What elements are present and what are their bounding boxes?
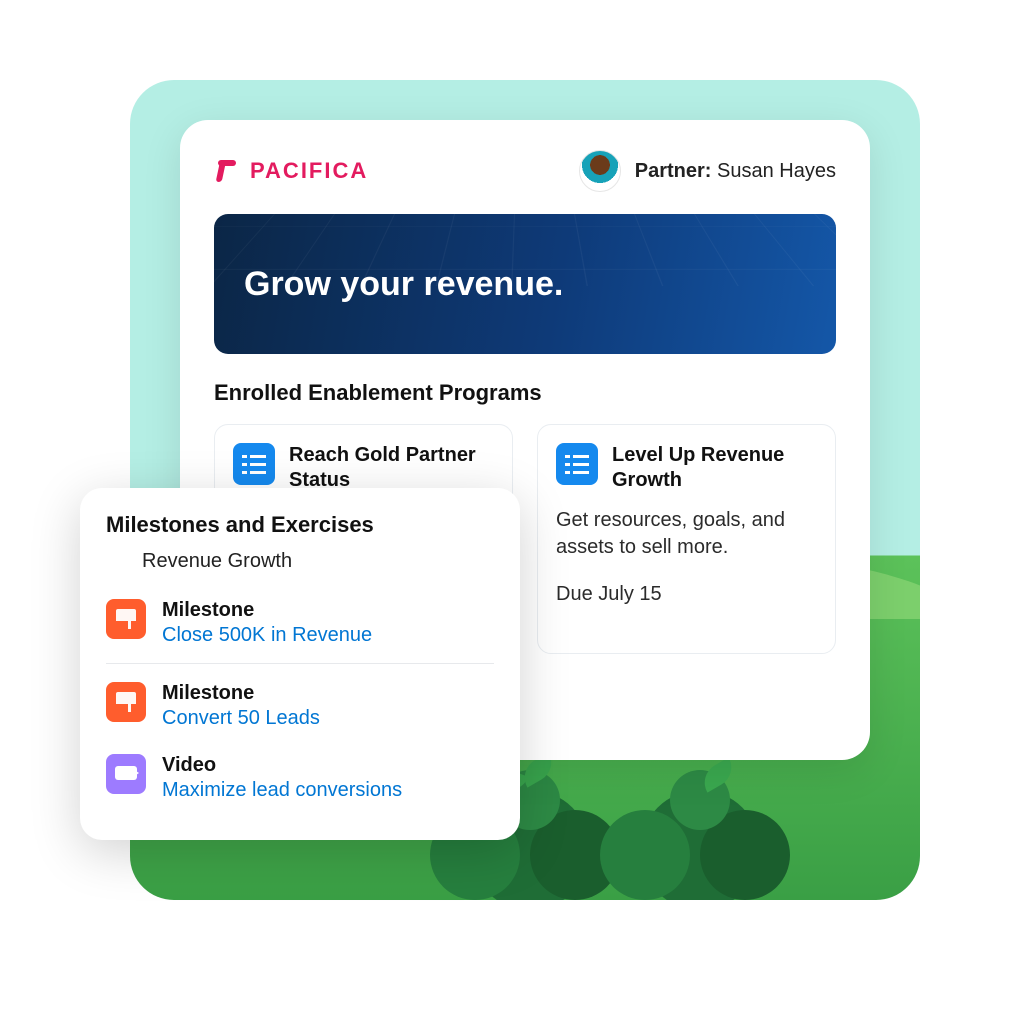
milestone-item[interactable]: Milestone Convert 50 Leads — [106, 663, 494, 742]
milestones-title: Milestones and Exercises — [106, 512, 494, 538]
item-type: Video — [162, 754, 402, 777]
checklist-icon — [556, 443, 598, 485]
milestones-subtitle: Revenue Growth — [142, 550, 494, 573]
card-header: PACIFICA Partner: Susan Hayes — [214, 150, 836, 192]
partner-label: Partner: — [635, 160, 712, 182]
hero-title: Grow your revenue. — [244, 265, 563, 304]
avatar[interactable] — [579, 150, 621, 192]
brand-name: PACIFICA — [250, 158, 368, 184]
brand: PACIFICA — [214, 158, 565, 184]
milestone-item[interactable]: Milestone Close 500K in Revenue — [106, 587, 494, 659]
program-title: Level Up Revenue Growth — [612, 443, 817, 493]
partner-name: Susan Hayes — [717, 160, 836, 182]
brand-logo-icon — [214, 158, 240, 184]
program-title: Reach Gold Partner Status — [289, 443, 494, 493]
program-description: Get resources, goals, and assets to sell… — [556, 507, 817, 561]
flag-icon — [106, 682, 146, 722]
partner-line: Partner: Susan Hayes — [635, 160, 836, 183]
program-card-level-up[interactable]: Level Up Revenue Growth Get resources, g… — [537, 424, 836, 654]
item-link[interactable]: Close 500K in Revenue — [162, 624, 372, 647]
checklist-icon — [233, 443, 275, 485]
item-link[interactable]: Convert 50 Leads — [162, 707, 320, 730]
milestone-item[interactable]: Video Maximize lead conversions — [106, 742, 494, 814]
video-icon — [106, 754, 146, 794]
item-type: Milestone — [162, 599, 372, 622]
section-title: Enrolled Enablement Programs — [214, 380, 836, 406]
flag-icon — [106, 599, 146, 639]
item-link[interactable]: Maximize lead conversions — [162, 779, 402, 802]
bush-graphic — [600, 750, 800, 900]
milestones-card: Milestones and Exercises Revenue Growth … — [80, 488, 520, 840]
item-type: Milestone — [162, 682, 320, 705]
program-due: Due July 15 — [556, 583, 817, 606]
hero-banner: Grow your revenue. — [214, 214, 836, 354]
